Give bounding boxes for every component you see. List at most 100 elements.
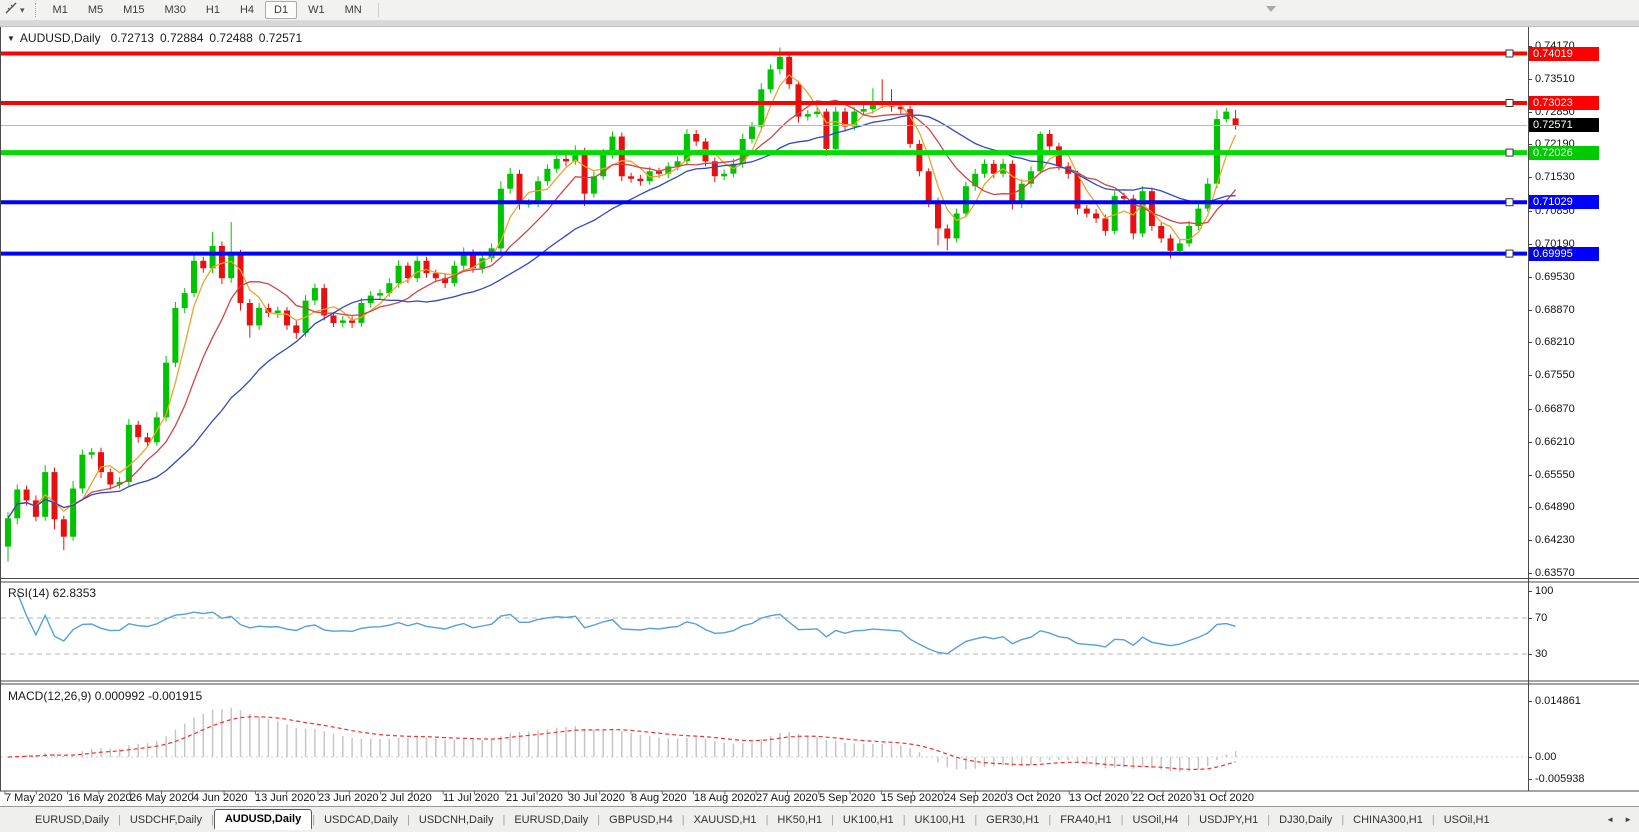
date-axis-label[interactable]: 18 Aug 2020 <box>694 792 756 804</box>
chevron-down-icon[interactable]: ▾ <box>20 5 25 16</box>
close-value: 0.72571 <box>259 31 302 45</box>
chart-tab[interactable]: USDCHF,Daily <box>121 810 211 830</box>
price-axis-tick <box>1528 375 1532 376</box>
price-axis-label: 0.67550 <box>1535 369 1575 381</box>
price-tag[interactable]: 0.71029 <box>1529 195 1599 209</box>
tab-scroll-right-icon[interactable]: ► <box>1621 813 1635 826</box>
price-axis-tick <box>1528 144 1532 145</box>
timeframe-button-h1[interactable]: H1 <box>197 1 229 19</box>
chart-tab[interactable]: UK100,H1 <box>834 810 903 830</box>
chart-tab[interactable]: AUDUSD,Daily <box>214 809 312 830</box>
date-axis-label[interactable]: 8 Aug 2020 <box>631 792 687 804</box>
chart-tabs: EURUSD,Daily|USDCHF,Daily|AUDUSD,Daily|U… <box>26 809 1499 830</box>
macd-axis-label: -0.005938 <box>1535 773 1585 785</box>
timeframe-button-d1[interactable]: D1 <box>265 1 297 19</box>
line-studies-icon[interactable] <box>4 1 18 20</box>
price-axis-label: 0.71530 <box>1535 171 1575 183</box>
date-axis-label[interactable]: 31 Oct 2020 <box>1194 792 1254 804</box>
price-tag[interactable]: 0.74019 <box>1529 47 1599 61</box>
chart-tab[interactable]: FRA40,H1 <box>1051 810 1120 830</box>
open-value: 0.72713 <box>111 31 154 45</box>
rsi-indicator-label: RSI(14) 62.8353 <box>8 586 96 600</box>
price-tag[interactable]: 0.73023 <box>1529 96 1599 110</box>
chart-tab[interactable]: GBPUSD,H4 <box>600 810 682 830</box>
macd-axis-tick <box>1528 757 1532 758</box>
date-axis-label[interactable]: 23 Jun 2020 <box>318 792 379 804</box>
date-axis-label[interactable]: 27 Aug 2020 <box>756 792 818 804</box>
price-axis-tick <box>1528 211 1532 212</box>
timeframe-button-h4[interactable]: H4 <box>231 1 263 19</box>
chart-tab[interactable]: USOil,H1 <box>1435 810 1499 830</box>
low-value: 0.72488 <box>209 31 252 45</box>
date-axis-label[interactable]: 4 Jun 2020 <box>193 792 247 804</box>
chart-tab[interactable]: XAUUSD,H1 <box>685 810 766 830</box>
price-axis-tick <box>1528 79 1532 80</box>
date-axis-label[interactable]: 16 May 2020 <box>68 792 132 804</box>
price-axis-tick <box>1528 475 1532 476</box>
price-axis-label: 0.69530 <box>1535 271 1575 283</box>
chart-tab[interactable]: UK100,H1 <box>906 810 975 830</box>
chart-tab[interactable]: EURUSD,Daily <box>26 810 118 830</box>
chart-tab[interactable]: HK50,H1 <box>768 810 831 830</box>
date-axis-label[interactable]: 7 May 2020 <box>5 792 62 804</box>
price-axis-label: 0.68870 <box>1535 304 1575 316</box>
timeframe-button-w1[interactable]: W1 <box>299 1 334 19</box>
price-axis-label: 0.64230 <box>1535 534 1575 546</box>
timeframe-button-mn[interactable]: MN <box>336 1 371 19</box>
timeframe-button-m1[interactable]: M1 <box>44 1 77 19</box>
date-axis-label[interactable]: 30 Jul 2020 <box>568 792 625 804</box>
date-axis-label[interactable]: 22 Oct 2020 <box>1132 792 1192 804</box>
timeframe-button-m30[interactable]: M30 <box>156 1 195 19</box>
chart-canvas[interactable] <box>0 0 1639 832</box>
chart-title: ▼ AUDUSD,Daily 0.72713 0.72884 0.72488 0… <box>7 31 308 45</box>
chart-tab[interactable]: GER30,H1 <box>977 810 1048 830</box>
price-tag[interactable]: 0.72026 <box>1529 146 1599 160</box>
macd-axis-tick <box>1528 779 1532 780</box>
collapse-triangle-icon[interactable]: ▼ <box>7 34 15 43</box>
symbol-period-label: AUDUSD,Daily <box>20 31 101 45</box>
date-axis-label[interactable]: 5 Sep 2020 <box>819 792 875 804</box>
price-axis-tick <box>1528 507 1532 508</box>
toolbar-separator <box>378 3 380 17</box>
date-axis-label[interactable]: 11 Jul 2020 <box>443 792 499 804</box>
price-axis-label: 0.68210 <box>1535 336 1575 348</box>
macd-axis-label: 0.00 <box>1535 751 1556 763</box>
date-axis-label[interactable]: 24 Sep 2020 <box>944 792 1006 804</box>
rsi-axis-label: 30 <box>1535 648 1547 660</box>
date-axis-label[interactable]: 15 Sep 2020 <box>881 792 943 804</box>
rsi-axis-tick <box>1528 591 1532 592</box>
price-axis-tick <box>1528 277 1532 278</box>
price-axis-tick <box>1528 177 1532 178</box>
date-axis-label[interactable]: 13 Jun 2020 <box>255 792 316 804</box>
date-axis-label[interactable]: 13 Oct 2020 <box>1069 792 1129 804</box>
price-tag[interactable]: 0.72571 <box>1529 118 1599 132</box>
date-axis-label[interactable]: 3 Oct 2020 <box>1007 792 1061 804</box>
tab-scroll-left-icon[interactable]: ◄ <box>1603 813 1617 826</box>
chart-tab[interactable]: CHINA300,H1 <box>1344 810 1432 830</box>
chart-tab[interactable]: USDCAD,Daily <box>315 810 407 830</box>
macd-axis-tick <box>1528 701 1532 702</box>
chart-tab[interactable]: DJ30,Daily <box>1270 810 1341 830</box>
chart-scroll-strip[interactable] <box>0 20 1639 27</box>
price-axis-label: 0.73510 <box>1535 73 1575 85</box>
chart-tab[interactable]: USDJPY,H1 <box>1190 810 1267 830</box>
price-axis-tick <box>1528 540 1532 541</box>
price-tag[interactable]: 0.69995 <box>1529 247 1599 261</box>
chart-tab[interactable]: USDCNH,Daily <box>410 810 503 830</box>
macd-indicator-label: MACD(12,26,9) 0.000992 -0.001915 <box>8 689 202 703</box>
date-axis-label[interactable]: 2 Jul 2020 <box>381 792 432 804</box>
price-axis-tick <box>1528 409 1532 410</box>
scroll-marker-icon[interactable] <box>1266 6 1276 12</box>
chart-tab[interactable]: USOil,H4 <box>1123 810 1187 830</box>
price-axis-label: 0.66210 <box>1535 436 1575 448</box>
date-axis-label[interactable]: 26 May 2020 <box>130 792 194 804</box>
toolbar-separator <box>35 3 37 17</box>
mt4-chart-window: ▾ M1M5M15M30H1H4D1W1MN ▼ AUDUSD,Daily 0.… <box>0 0 1639 832</box>
timeframe-buttons: M1M5M15M30H1H4D1W1MN <box>43 1 372 19</box>
rsi-axis-label: 70 <box>1535 612 1547 624</box>
timeframe-button-m15[interactable]: M15 <box>114 1 153 19</box>
chart-tab[interactable]: EURUSD,Daily <box>505 810 597 830</box>
timeframe-button-m5[interactable]: M5 <box>79 1 112 19</box>
rsi-axis-label: 100 <box>1535 585 1553 597</box>
date-axis-label[interactable]: 21 Jul 2020 <box>506 792 563 804</box>
